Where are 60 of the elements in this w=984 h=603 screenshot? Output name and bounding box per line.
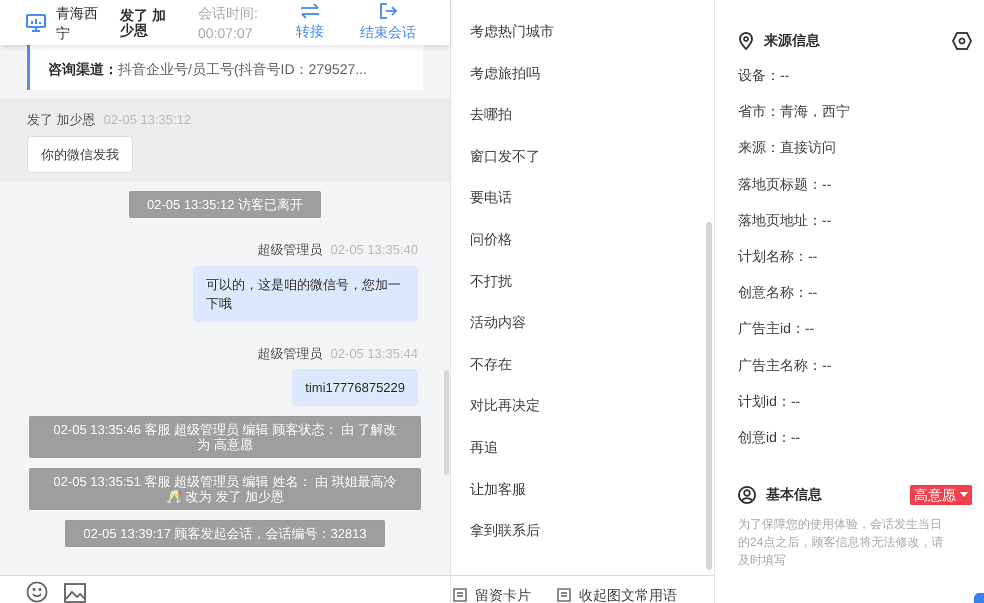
section-title: 基本信息 (766, 485, 822, 504)
collapse-phrases-button[interactable]: 收起图文常用语 (557, 587, 677, 603)
system-notice: 02-05 13:35:51 客服 超级管理员 编辑 姓名： 由 琪姐最高冷🥂 改为 发了 加少恩 (29, 468, 421, 510)
message-time: 02-05 13:35:40 (330, 241, 418, 259)
quick-reply-item[interactable]: 活动内容 (470, 311, 526, 353)
quick-reply-item[interactable]: 拿到联系后 (470, 519, 540, 561)
source-info-row: 创意id：-- (738, 428, 800, 445)
source-info-row: 落地页标题：-- (738, 176, 832, 192)
visitor-name: 发了 加少恩 (120, 8, 167, 38)
document-icon (557, 588, 571, 602)
sender-name: 发了 加少恩 (27, 111, 96, 129)
quick-reply-item[interactable]: 不存在 (470, 352, 512, 394)
notice-text: 为了保障您的使用体验，会话发生当日的24点之后，顾客信息将无法修改，请及时填写 (738, 516, 944, 570)
user-circle-icon (738, 486, 756, 504)
duration-value: 00:07:07 (198, 24, 254, 42)
quick-reply-item[interactable]: 考虑热门城市 (470, 20, 554, 62)
image-icon[interactable] (64, 583, 86, 603)
quick-reply-item[interactable]: 去哪拍 (470, 103, 512, 145)
lead-card-button[interactable]: 留资卡片 (453, 587, 531, 603)
quick-reply-item[interactable]: 再追 (470, 436, 498, 478)
visitor-location: 青海西宁 (56, 4, 99, 42)
system-notice: 02-05 13:35:12 访客已离开 (128, 191, 322, 218)
document-icon (453, 588, 467, 602)
quick-reply-item[interactable]: 考虑旅拍吗 (470, 62, 540, 104)
message-bubble: 你的微信发我 (27, 136, 133, 173)
duration-label: 会话时间: (198, 4, 259, 22)
channel-label: 咨询渠道： (48, 61, 118, 77)
floating-button[interactable] (974, 593, 984, 603)
source-info-row: 来源：直接访问 (738, 139, 836, 156)
quick-reply-item[interactable]: 窗口发不了 (470, 144, 540, 186)
swap-arrows-icon (299, 3, 321, 19)
status-dropdown[interactable]: 高意愿 (910, 484, 972, 505)
source-info-row: 创意名称：-- (738, 284, 818, 300)
source-info-row: 设备：-- (738, 67, 790, 83)
quick-reply-item[interactable]: 问价格 (470, 228, 512, 270)
quick-reply-item[interactable]: 不打扰 (470, 270, 512, 312)
system-notice: 02-05 13:39:17 顾客发起会话，会话编号：32813 (65, 520, 385, 547)
location-pin-icon (738, 32, 754, 50)
sender-name: 超级管理员 (258, 241, 323, 259)
channel-value: 抖音企业号/员工号(抖音号ID：279527... (118, 61, 367, 77)
source-info-row: 广告主id：-- (738, 320, 814, 336)
message-bubble: timi17776875229 (292, 369, 418, 406)
quick-reply-item[interactable]: 让加客服 (470, 478, 526, 520)
source-info-row: 计划名称：-- (738, 248, 818, 264)
source-info-row: 省市：青海，西宁 (738, 103, 850, 120)
message-bubble: 可以的，这是咱的微信号，您加一下哦 (193, 266, 418, 322)
message-time: 02-05 13:35:44 (330, 344, 418, 362)
source-info-row: 计划id：-- (738, 392, 800, 409)
quick-reply-item[interactable]: 要电话 (470, 186, 512, 228)
sender-name: 超级管理员 (258, 344, 323, 362)
caret-icon (960, 492, 968, 498)
smiley-icon[interactable] (26, 581, 48, 603)
source-info-row: 广告主名称：-- (738, 356, 832, 372)
source-info-row: 落地页地址：-- (738, 212, 832, 228)
system-notice: 02-05 13:35:46 客服 超级管理员 编辑 顾客状态： 由 了解改为 高意愿 (29, 416, 421, 458)
section-title: 来源信息 (764, 31, 820, 50)
hexagon-nut-icon[interactable] (952, 32, 972, 50)
monitor-icon (26, 14, 46, 32)
exit-icon (379, 2, 397, 20)
quick-reply-item[interactable]: 对比再决定 (470, 394, 540, 436)
